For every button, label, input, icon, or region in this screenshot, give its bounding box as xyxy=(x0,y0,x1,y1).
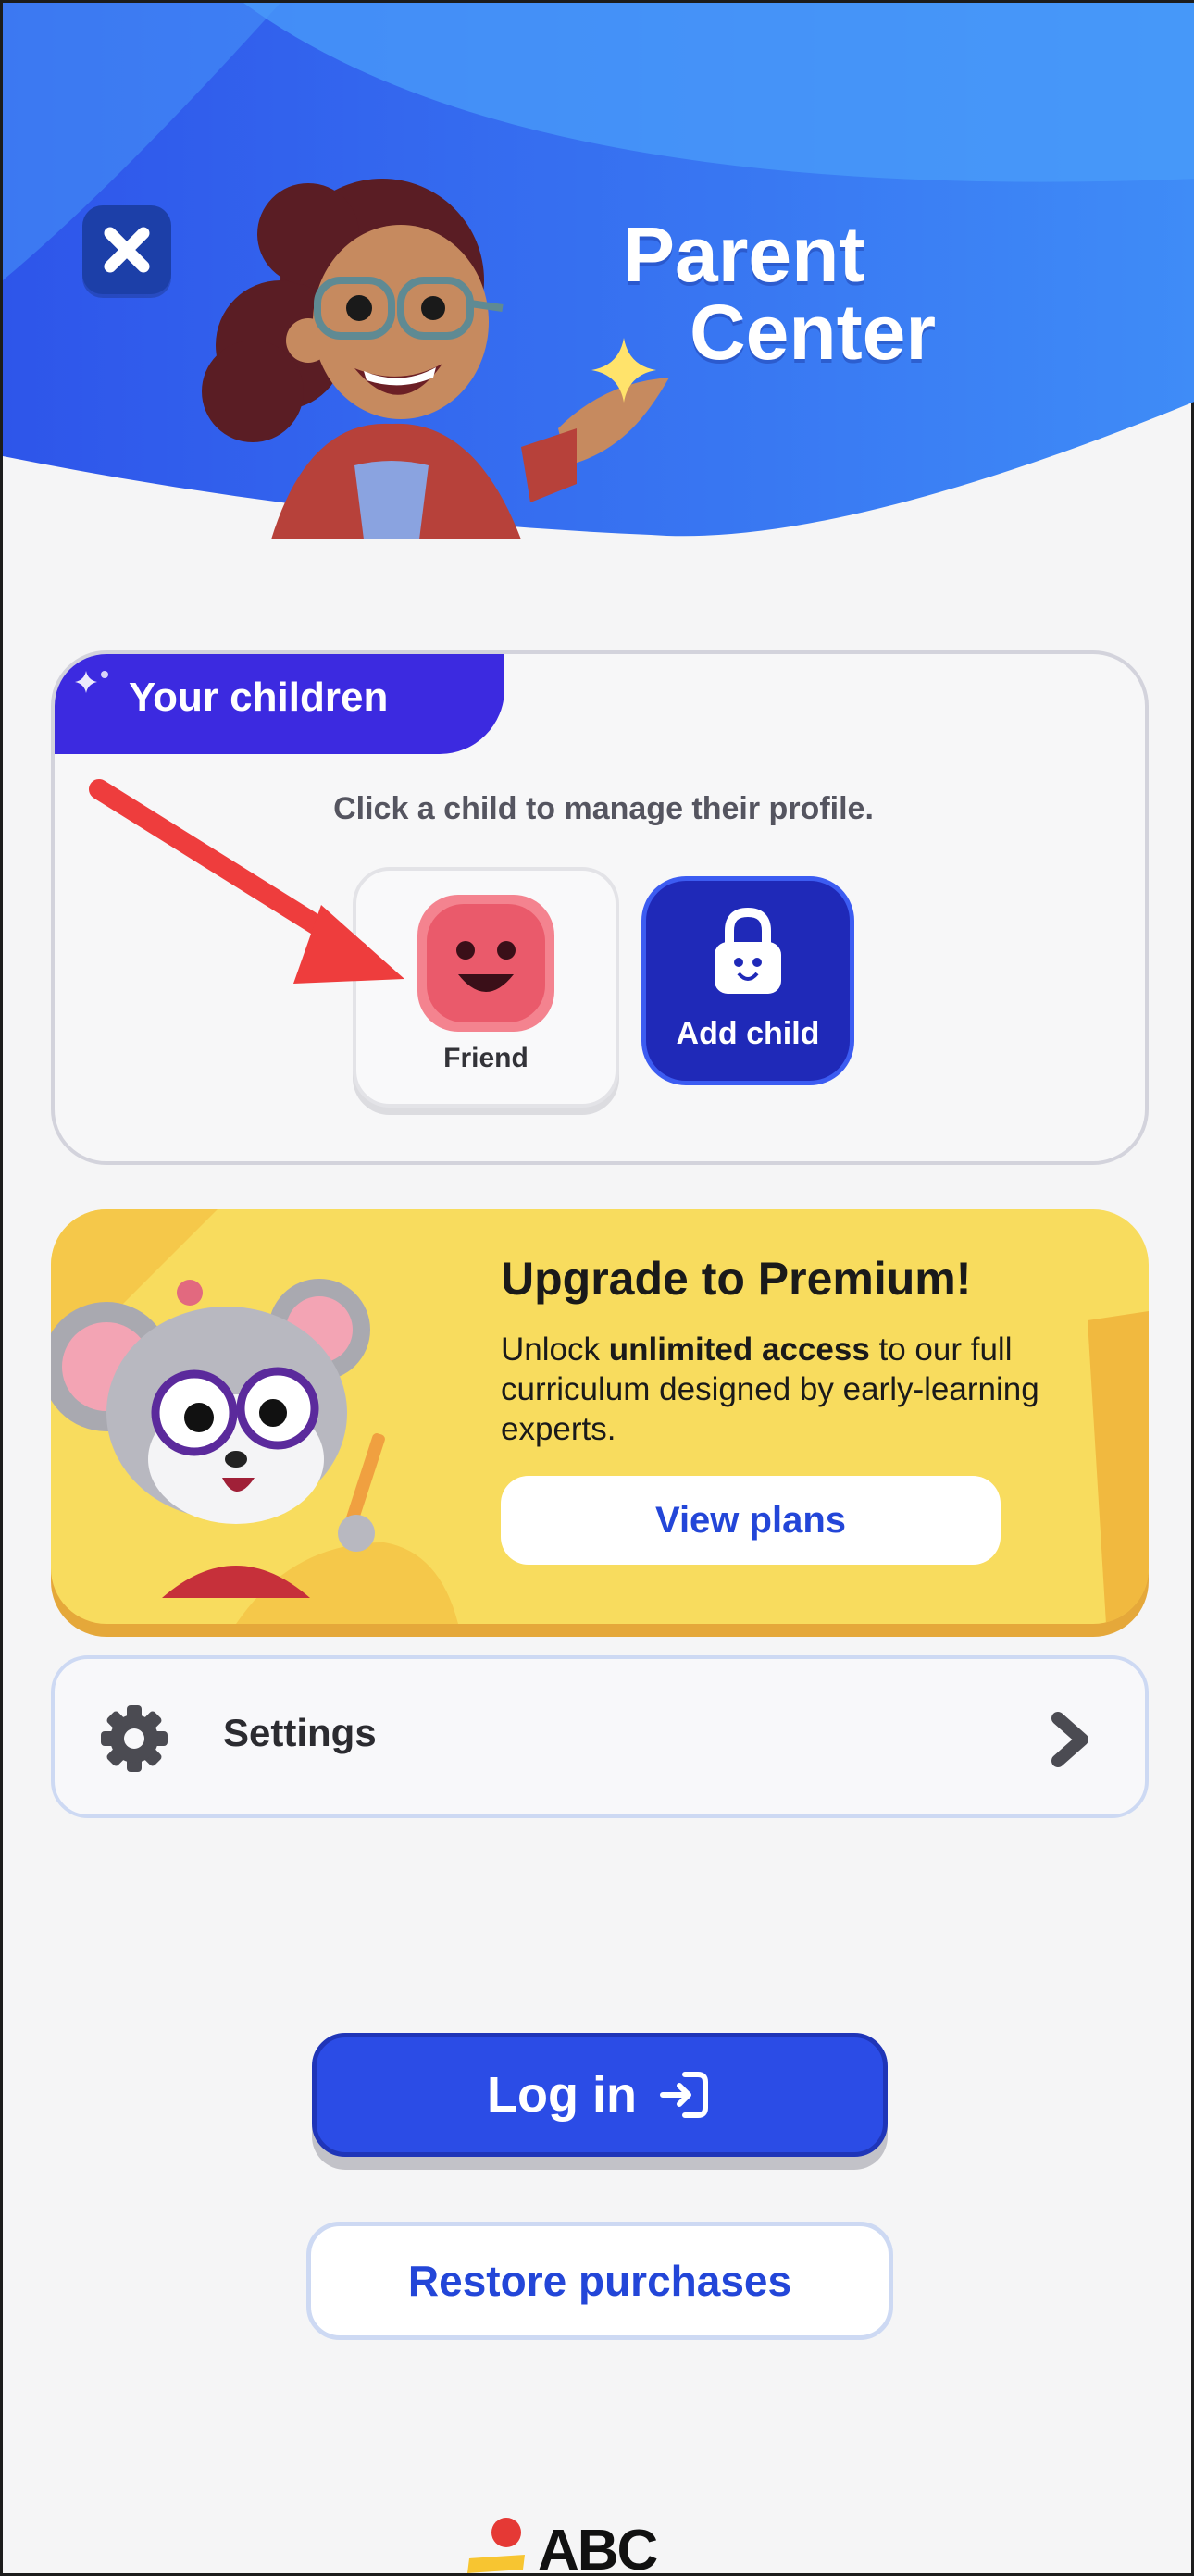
add-child-label: Add child xyxy=(676,1016,820,1051)
close-button[interactable] xyxy=(82,205,171,294)
children-section-tab: Your children xyxy=(55,654,504,754)
logo-mark-icon xyxy=(467,2518,525,2573)
brand-logo: ABC xyxy=(460,2516,756,2576)
children-section-label: Your children xyxy=(129,675,389,720)
child-name: Friend xyxy=(443,1043,529,1073)
page-title-line1: Parent xyxy=(623,211,865,298)
premium-title: Upgrade to Premium! xyxy=(501,1253,972,1305)
red-arrow-annotation xyxy=(89,779,404,984)
login-arrow-icon xyxy=(659,2072,708,2118)
logo-text: ABC xyxy=(538,2519,658,2576)
sparkle-small-icon xyxy=(75,671,108,693)
page-title-line2: Center xyxy=(690,289,937,376)
premium-desc-pre: Unlock xyxy=(501,1331,609,1368)
login-label: Log in xyxy=(487,2067,637,2123)
add-child-button[interactable]: Add child xyxy=(641,876,854,1085)
header-banner: Parent Center xyxy=(3,3,1194,558)
smiley-face-icon xyxy=(427,904,545,1022)
close-x-icon xyxy=(104,227,150,273)
lock-icon xyxy=(715,907,781,994)
child-avatar xyxy=(417,895,554,1032)
login-button[interactable]: Log in xyxy=(312,2033,888,2157)
mouse-character-illustration xyxy=(51,1279,385,1598)
restore-purchases-button[interactable]: Restore purchases xyxy=(306,2222,893,2340)
premium-desc-bold: unlimited access xyxy=(608,1331,870,1368)
settings-row[interactable]: Settings xyxy=(51,1655,1149,1818)
premium-upgrade-card: Upgrade to Premium! Unlock unlimited acc… xyxy=(51,1209,1149,1624)
view-plans-button[interactable]: View plans xyxy=(501,1476,1001,1565)
chevron-right-icon xyxy=(1051,1712,1088,1767)
page-title: Parent Center xyxy=(614,216,1002,371)
gear-icon xyxy=(101,1705,168,1772)
premium-description: Unlock unlimited access to our full curr… xyxy=(501,1330,1056,1449)
settings-label: Settings xyxy=(223,1711,377,1754)
